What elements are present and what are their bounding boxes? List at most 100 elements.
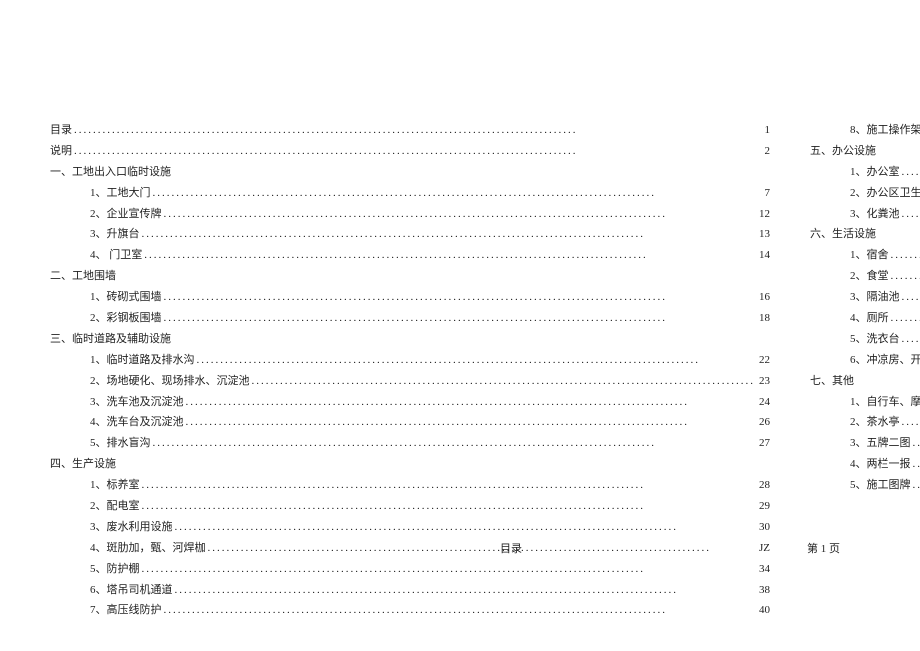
toc-entry-label: 6、塔吊司机通道 xyxy=(90,580,173,601)
toc-entry-label: 1、标养室 xyxy=(90,475,140,496)
toc-entry: 1、工地大门 7 xyxy=(50,183,770,204)
toc-section-head: 二、工地围墙 xyxy=(50,266,770,287)
toc-leader-dots xyxy=(186,392,756,413)
toc-entry: 2、场地硬化、现场排水、沉淀池23 xyxy=(50,371,770,392)
toc-entry: 2、办公区卫生间48 xyxy=(810,183,920,204)
toc-entry: 4、 门卫室 14 xyxy=(50,245,770,266)
toc-leader-dots xyxy=(197,350,756,371)
toc-entry-page: 38 xyxy=(757,580,770,601)
toc-entry-label: 4、 门卫室 xyxy=(90,245,142,266)
toc-entry: 3、废水利用设施 30 xyxy=(50,517,770,538)
toc-entry-page: 14 xyxy=(757,245,770,266)
toc-entry-label: 3、升旗台 xyxy=(90,224,140,245)
toc-entry-label: 5、洗衣台 xyxy=(850,329,900,350)
toc-section-head: 一、工地出入口临时设施 xyxy=(50,162,770,183)
toc-entry: 2、配电室29 xyxy=(50,496,770,517)
toc-entry-label: 3、化粪池 xyxy=(850,204,900,225)
toc-leader-dots xyxy=(891,308,920,329)
toc-entry: 说明 2 xyxy=(50,141,770,162)
toc-entry-page: 23 xyxy=(757,371,770,392)
toc-entry: 1、标养室 28 xyxy=(50,475,770,496)
toc-entry-label: 2、彩钢板围墙 xyxy=(90,308,162,329)
toc-leader-dots xyxy=(902,287,920,308)
toc-entry: 5、防护棚 34 xyxy=(50,559,770,580)
toc-leader-dots xyxy=(164,600,756,621)
toc-entry: 5、洗衣台56 xyxy=(810,329,920,350)
toc-leader-dots xyxy=(891,266,920,287)
toc-leader-dots xyxy=(142,224,756,245)
toc-leader-dots xyxy=(902,162,920,183)
toc-section-head: 五、办公设施 xyxy=(810,141,920,162)
toc-entry-page: 28 xyxy=(757,475,770,496)
toc-section-head: 三、临时道路及辅助设施 xyxy=(50,329,770,350)
toc-leader-dots xyxy=(913,433,920,454)
toc-entry-label: 3、废水利用设施 xyxy=(90,517,173,538)
toc-entry-page: 29 xyxy=(757,496,770,517)
toc-entry: 1、临时道路及排水沟22 xyxy=(50,350,770,371)
toc-entry-label: 1、工地大门 xyxy=(90,183,151,204)
toc-entry-page: 16 xyxy=(757,287,770,308)
toc-leader-dots xyxy=(913,454,920,475)
toc-entry-page: 34 xyxy=(757,559,770,580)
toc-entry-page: 24 xyxy=(757,392,770,413)
toc-entry-label: 4、两栏一报 xyxy=(850,454,911,475)
toc-entry-label: 1、宿舍 xyxy=(850,245,889,266)
toc-entry-page: 2 xyxy=(763,141,771,162)
page-footer: 目录 第 1 页 xyxy=(500,540,840,556)
toc-entry-page: 30 xyxy=(757,517,770,538)
toc-entry-label: 2、办公区卫生间 xyxy=(850,183,920,204)
footer-title: 目录 xyxy=(500,540,522,556)
toc-leader-dots xyxy=(74,141,761,162)
toc-entry-page: 40 xyxy=(757,600,770,621)
toc-entry: 6、塔吊司机通道 38 xyxy=(50,580,770,601)
toc-entry: 4、洗车台及沉淀池26 xyxy=(50,412,770,433)
toc-entry-page: 1 xyxy=(763,120,771,141)
toc-entry-label: 2、企业宣传牌 xyxy=(90,204,162,225)
toc-entry-page: 13 xyxy=(757,224,770,245)
toc-entry-label: 7、高压线防护 xyxy=(90,600,162,621)
toc-entry: 6、冲凉房、开水房、洗衣房57 xyxy=(810,350,920,371)
toc-leader-dots xyxy=(142,496,756,517)
toc-leader-dots xyxy=(902,329,920,350)
toc-entry: 4、两栏一报62 xyxy=(810,454,920,475)
toc-leader-dots xyxy=(891,245,920,266)
footer-page: 第 1 页 xyxy=(807,540,840,556)
toc-leader-dots xyxy=(164,287,756,308)
toc-entry-label: 4、斑肋加，甄、河焊枷 xyxy=(90,538,206,559)
toc-leader-dots xyxy=(175,517,756,538)
toc-entry-page: 27 xyxy=(757,433,770,454)
toc-entry: 4、厕所55 xyxy=(810,308,920,329)
toc-entry: 5、排水盲沟27 xyxy=(50,433,770,454)
toc-entry-label: 说明 xyxy=(50,141,72,162)
toc-entry-label: 4、厕所 xyxy=(850,308,889,329)
toc-entry-label: 5、防护棚 xyxy=(90,559,140,580)
toc-entry-label: 4、洗车台及沉淀池 xyxy=(90,412,184,433)
toc-leader-dots xyxy=(74,120,761,141)
toc-entry: 7、高压线防护 40 xyxy=(50,600,770,621)
toc-entry: 1、办公室45 xyxy=(810,162,920,183)
toc-leader-dots xyxy=(164,204,756,225)
toc-entry: 8、施工操作架42 xyxy=(810,120,920,141)
toc-section-head: 七、其他 xyxy=(810,371,920,392)
toc-entry-label: 2、食堂 xyxy=(850,266,889,287)
toc-entry: 1、砖砌式围墙 16 xyxy=(50,287,770,308)
toc-leader-dots xyxy=(153,183,761,204)
toc-entry: 目录 1 xyxy=(50,120,770,141)
toc-entry-page: 7 xyxy=(763,183,771,204)
toc-entry-label: 目录 xyxy=(50,120,72,141)
toc-section-head: 六、生活设施 xyxy=(810,224,920,245)
toc-entry: 5、施工图牌63 xyxy=(810,475,920,496)
toc-entry: 3、隔油池54 xyxy=(810,287,920,308)
toc-entry: 2、企业宣传牌12 xyxy=(50,204,770,225)
toc-leader-dots xyxy=(142,475,756,496)
toc-entry: 2、食堂52 xyxy=(810,266,920,287)
toc-entry: 3、洗车池及沉淀池24 xyxy=(50,392,770,413)
toc-leader-dots xyxy=(252,371,756,392)
toc-entry-label: 1、临时道路及排水沟 xyxy=(90,350,195,371)
toc-leader-dots xyxy=(164,308,756,329)
toc-entry: 1、自行车、摩托车棚58 xyxy=(810,392,920,413)
toc-entry-label: 1、砖砌式围墙 xyxy=(90,287,162,308)
toc-leader-dots xyxy=(144,245,755,266)
toc-entry-label: 3、隔油池 xyxy=(850,287,900,308)
toc-leader-dots xyxy=(175,580,756,601)
